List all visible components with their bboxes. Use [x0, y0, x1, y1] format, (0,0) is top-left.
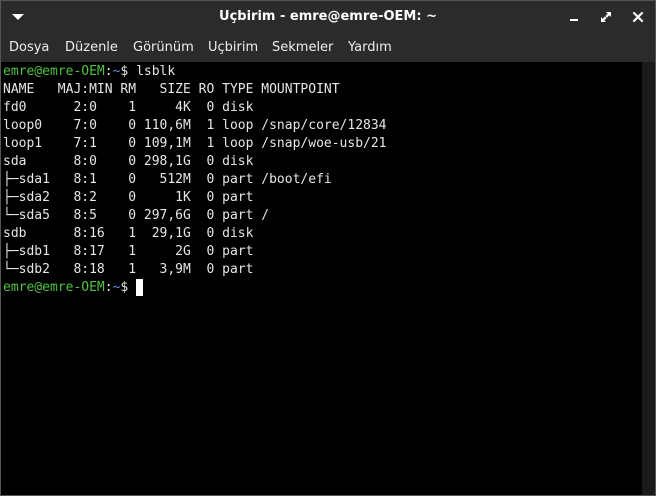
- output-line: NAME MAJ:MIN RM SIZE RO TYPE MOUNTPOINT: [3, 82, 340, 97]
- output-line: sdb 8:16 1 29,1G 0 disk: [3, 226, 254, 241]
- output-line: ├─sda1 8:1 0 512M 0 part /boot/efi: [3, 172, 332, 187]
- menu-terminal[interactable]: Uçbirim: [208, 40, 258, 55]
- output-line: └─sda5 8:5 0 297,6G 0 part /: [3, 208, 270, 223]
- prompt-separator: :: [104, 64, 113, 79]
- minimize-icon: [570, 19, 578, 21]
- prompt-user: emre@emre-OEM: [3, 64, 105, 79]
- output-line: loop1 7:1 0 109,1M 1 loop /snap/woe-usb/…: [3, 136, 387, 151]
- menu-bar: Dosya Düzenle Görünüm Uçbirim Sekmeler Y…: [0, 34, 656, 62]
- prompt-user: emre@emre-OEM: [3, 280, 105, 295]
- close-icon: [632, 11, 644, 23]
- menu-view[interactable]: Görünüm: [133, 40, 194, 55]
- command-text: lsblk: [136, 64, 176, 79]
- menu-tabs[interactable]: Sekmeler: [272, 40, 333, 55]
- maximize-button[interactable]: [594, 5, 618, 29]
- output-line: loop0 7:0 0 110,6M 1 loop /snap/core/128…: [3, 118, 387, 133]
- prompt-line: emre@emre-OEM:~$: [3, 279, 144, 297]
- output-line: ├─sda2 8:2 0 1K 0 part: [3, 190, 254, 205]
- maximize-icon: [601, 12, 611, 22]
- close-button[interactable]: [626, 5, 650, 29]
- window-title: Uçbirim - emre@emre-OEM: ~: [219, 9, 437, 24]
- minimize-button[interactable]: [562, 5, 586, 29]
- prompt-symbol: $: [120, 280, 129, 295]
- menu-file[interactable]: Dosya: [9, 40, 49, 55]
- scrollbar-thumb[interactable]: [646, 66, 652, 492]
- terminal-window: Uçbirim - emre@emre-OEM: ~ Dosya Düzenle…: [0, 0, 656, 496]
- output-line: sda 8:0 0 298,1G 0 disk: [3, 154, 254, 169]
- command-line: emre@emre-OEM:~$ lsblk: [3, 63, 175, 81]
- prompt-symbol: $: [120, 64, 129, 79]
- output-line: └─sdb2 8:18 1 3,9M 0 part: [3, 262, 254, 277]
- title-bar[interactable]: Uçbirim - emre@emre-OEM: ~: [0, 0, 656, 34]
- scrollbar[interactable]: [642, 62, 656, 496]
- terminal-area[interactable]: emre@emre-OEM:~$ lsblk NAME MAJ:MIN RM S…: [0, 62, 642, 496]
- output-line: ├─sdb1 8:17 1 2G 0 part: [3, 244, 254, 259]
- menu-help[interactable]: Yardım: [348, 40, 392, 55]
- prompt-separator: :: [104, 280, 113, 295]
- output-line: fd0 2:0 1 4K 0 disk: [3, 100, 254, 115]
- text-cursor: [136, 279, 144, 296]
- menu-edit[interactable]: Düzenle: [65, 40, 118, 55]
